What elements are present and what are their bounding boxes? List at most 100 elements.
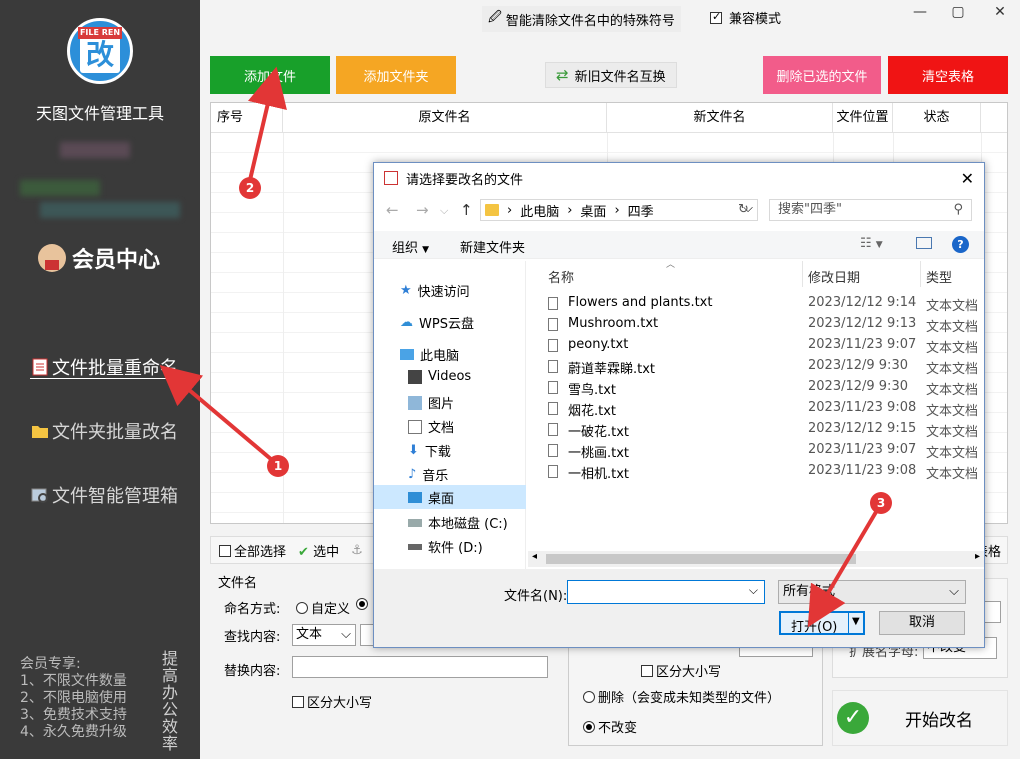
text-file-icon bbox=[548, 381, 558, 394]
text-file-icon bbox=[548, 444, 558, 457]
back-arrow-icon[interactable]: ← bbox=[386, 201, 399, 219]
file-row[interactable]: 蔚道莘霖睇.txt 2023/12/9 9:30 文本文档 bbox=[548, 356, 984, 377]
address-bar[interactable]: › 此电脑 › 桌面 › 四季 ⌵ bbox=[480, 199, 758, 221]
col-original-name[interactable]: 原文件名 bbox=[283, 103, 607, 132]
caret-down-icon[interactable]: ▼ bbox=[852, 616, 860, 627]
file-date: 2023/12/12 9:15 bbox=[808, 421, 917, 436]
nav-desktop[interactable]: 桌面 bbox=[374, 485, 526, 509]
open-button[interactable]: 打开(O) ▼ bbox=[779, 611, 865, 635]
document-icon bbox=[408, 419, 422, 434]
nav-downloads[interactable]: ⬇ 下载 bbox=[408, 441, 451, 460]
file-name: 一相机.txt bbox=[568, 467, 630, 482]
mid-case-checkbox[interactable]: 区分大小写 bbox=[641, 661, 721, 680]
scroll-left-icon[interactable]: ◂ bbox=[532, 551, 537, 562]
replace-input[interactable] bbox=[292, 656, 548, 678]
dialog-title: 请选择要改名的文件 bbox=[406, 172, 524, 188]
no-change-radio[interactable]: 不改变 bbox=[583, 717, 637, 736]
file-row[interactable]: 一相机.txt 2023/11/23 9:08 文本文档 bbox=[548, 461, 984, 482]
file-date: 2023/12/9 9:30 bbox=[808, 379, 908, 394]
start-rename-button[interactable]: ✓ 开始改名 bbox=[832, 690, 1008, 746]
replace-radio[interactable] bbox=[356, 598, 371, 613]
file-row[interactable]: 雪鸟.txt 2023/12/9 9:30 文本文档 bbox=[548, 377, 984, 398]
col-name[interactable]: 名称 bbox=[548, 267, 574, 286]
clear-table-button[interactable]: 清空表格 bbox=[888, 56, 1008, 94]
swap-names-button[interactable]: ⇄ 新旧文件名互换 bbox=[545, 62, 677, 88]
nav-batch-rename-folders[interactable]: 文件夹批量改名 bbox=[30, 418, 178, 444]
blurred-info bbox=[60, 142, 130, 158]
nav-documents[interactable]: 文档 bbox=[408, 417, 454, 436]
search-input[interactable]: 搜索"四季" ⚲ bbox=[769, 199, 972, 221]
open-label: 打开(O) bbox=[791, 620, 838, 635]
nav-this-pc[interactable]: 此电脑 bbox=[400, 345, 459, 364]
preview-pane-icon[interactable] bbox=[916, 237, 932, 249]
delete-selected-button[interactable]: 删除已选的文件 bbox=[763, 56, 881, 94]
nav-smart-manager[interactable]: 文件智能管理箱 bbox=[30, 482, 178, 508]
nav-pictures[interactable]: 图片 bbox=[408, 393, 454, 412]
custom-radio[interactable]: 自定义 bbox=[296, 598, 350, 617]
magic-wand-icon: 🖉 bbox=[488, 10, 502, 25]
file-row[interactable]: peony.txt 2023/11/23 9:07 文本文档 bbox=[548, 335, 984, 356]
up-arrow-icon[interactable]: ↑ bbox=[460, 201, 473, 219]
forward-arrow-icon[interactable]: → bbox=[416, 201, 429, 219]
select-button[interactable]: ✔ 选中 bbox=[298, 541, 339, 560]
col-new-name[interactable]: 新文件名 bbox=[607, 103, 833, 132]
refresh-icon[interactable]: ↻ bbox=[738, 202, 749, 217]
perk-line: 4、永久免费升级 bbox=[20, 724, 127, 740]
col-location[interactable]: 文件位置 bbox=[833, 103, 893, 132]
file-row[interactable]: Flowers and plants.txt 2023/12/12 9:14 文本文… bbox=[548, 293, 984, 314]
nav-label: 图片 bbox=[428, 397, 455, 412]
file-row[interactable]: 一破花.txt 2023/12/12 9:15 文本文档 bbox=[548, 419, 984, 440]
add-folder-button[interactable]: 添加文件夹 bbox=[336, 56, 456, 94]
chevron-down-icon[interactable]: ⌵ bbox=[749, 583, 758, 598]
film-icon bbox=[408, 369, 422, 384]
checkbox-icon bbox=[641, 665, 653, 677]
file-type: 文本文档 bbox=[926, 320, 979, 335]
member-center-button[interactable]: 会员中心 bbox=[38, 242, 160, 274]
maximize-button[interactable]: ▢ bbox=[948, 4, 968, 20]
nav-music[interactable]: ♪ 音乐 bbox=[408, 465, 448, 484]
help-icon[interactable]: ? bbox=[952, 236, 969, 253]
col-date[interactable]: 修改日期 bbox=[808, 267, 860, 286]
filetype-select[interactable]: 所有格式 ⌵ bbox=[778, 580, 966, 604]
nav-drive-d[interactable]: 软件 (D:) bbox=[408, 537, 483, 556]
history-chevron-icon[interactable]: ⌵ bbox=[440, 204, 448, 218]
col-type[interactable]: 类型 bbox=[926, 267, 952, 286]
select-all-checkbox[interactable]: 全部选择 bbox=[219, 541, 286, 560]
step-badge: 3 bbox=[870, 492, 892, 514]
scroll-right-icon[interactable]: ▸ bbox=[975, 551, 980, 562]
special-chars-button[interactable]: 🖉 智能清除文件名中的特殊符号 bbox=[482, 6, 681, 32]
breadcrumb-item[interactable]: 四季 bbox=[628, 201, 654, 220]
find-type-select[interactable]: 文本 ⌵ bbox=[292, 624, 356, 646]
col-index[interactable]: 序号 bbox=[211, 103, 283, 132]
nav-wps-cloud[interactable]: ☁ WPS云盘 bbox=[400, 313, 474, 332]
radio-icon bbox=[296, 602, 308, 614]
col-status[interactable]: 状态 bbox=[893, 103, 981, 132]
mid-case-label: 区分大小写 bbox=[656, 665, 722, 680]
file-row[interactable]: 一桃画.txt 2023/11/23 9:07 文本文档 bbox=[548, 440, 984, 461]
compat-mode-checkbox[interactable]: ✓ 兼容模式 bbox=[710, 8, 781, 27]
filename-input[interactable]: ⌵ bbox=[567, 580, 765, 604]
breadcrumb-item[interactable]: 桌面 bbox=[580, 201, 606, 220]
cancel-button[interactable]: 取消 bbox=[879, 611, 965, 635]
open-file-dialog: 请选择要改名的文件 ✕ ← → ⌵ ↑ › 此电脑 › 桌面 › 四季 ⌵ ↻ … bbox=[373, 162, 985, 648]
file-date: 2023/12/9 9:30 bbox=[808, 358, 908, 373]
delete-ext-radio[interactable]: 删除（会变成未知类型的文件） bbox=[583, 687, 780, 706]
add-file-button[interactable]: 添加文件 bbox=[210, 56, 330, 94]
nav-drive-c[interactable]: 本地磁盘 (C:) bbox=[408, 513, 508, 532]
horizontal-scrollbar[interactable]: ◂ ▸ bbox=[528, 551, 984, 567]
minimize-button[interactable]: — bbox=[910, 4, 930, 20]
view-options-icon[interactable]: ☷ ▼ bbox=[860, 236, 883, 251]
close-button[interactable]: ✕ bbox=[990, 4, 1010, 20]
dialog-close-icon[interactable]: ✕ bbox=[961, 169, 974, 188]
file-row[interactable]: 烟花.txt 2023/11/23 9:08 文本文档 bbox=[548, 398, 984, 419]
file-row[interactable]: Mushroom.txt 2023/12/12 9:13 文本文档 bbox=[548, 314, 984, 335]
scroll-thumb[interactable] bbox=[546, 554, 856, 564]
nav-quick-access[interactable]: ★ 快速访问 bbox=[400, 281, 470, 300]
nav-videos[interactable]: Videos bbox=[408, 369, 471, 384]
breadcrumb-item[interactable]: 此电脑 bbox=[520, 201, 559, 220]
organize-menu[interactable]: 组织 ▼ bbox=[392, 237, 429, 256]
blurred-info bbox=[20, 180, 100, 196]
nav-batch-rename-files[interactable]: 文件批量重命名 bbox=[30, 354, 178, 380]
case-sensitive-checkbox[interactable]: 区分大小写 bbox=[292, 692, 372, 711]
new-folder-button[interactable]: 新建文件夹 bbox=[460, 237, 525, 256]
